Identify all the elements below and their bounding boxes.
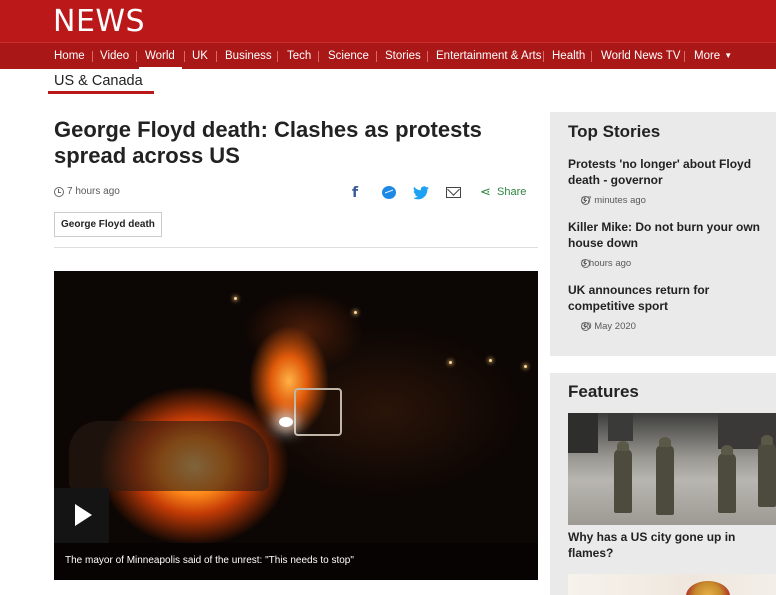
section-underline — [48, 91, 154, 94]
divider — [54, 247, 538, 248]
top-stories-title: Top Stories — [568, 122, 661, 141]
nav-separator — [92, 51, 93, 62]
features-title: Features — [568, 382, 639, 401]
nav-separator — [543, 51, 544, 62]
twitter-icon[interactable] — [412, 184, 430, 202]
nav-more-button[interactable]: More ▼ — [694, 43, 732, 69]
nav-item-video[interactable]: Video — [100, 43, 129, 69]
nav-item-stories[interactable]: Stories — [385, 43, 421, 69]
article-timestamp: 7 hours ago — [67, 186, 120, 197]
list-item[interactable]: Protests 'no longer' about Floyd death -… — [568, 156, 768, 207]
messenger-icon[interactable] — [380, 184, 398, 202]
nav-item-world[interactable]: World — [145, 43, 175, 69]
story-title[interactable]: UK announces return for competitive spor… — [568, 282, 768, 314]
nav-separator — [318, 51, 319, 62]
story-title[interactable]: Protests 'no longer' about Floyd death -… — [568, 156, 768, 188]
top-stories-panel: Top Stories Protests 'no longer' about F… — [550, 112, 776, 356]
clock-icon — [54, 187, 64, 197]
nav-separator — [277, 51, 278, 62]
primary-nav: Home Video World UK Business Tech Scienc… — [0, 42, 776, 70]
nav-separator — [136, 51, 137, 62]
nav-more-label: More — [694, 50, 721, 62]
story-timestamp: 30 May 2020 — [568, 321, 768, 333]
story-timestamp: 3 hours ago — [568, 258, 768, 270]
story-time-text: 37 minutes ago — [581, 195, 646, 206]
nav-separator — [184, 51, 185, 62]
play-button-icon[interactable] — [54, 488, 109, 543]
video-player[interactable]: The mayor of Minneapolis said of the unr… — [54, 271, 538, 580]
nav-item-tech[interactable]: Tech — [287, 43, 311, 69]
masthead: NEWS — [0, 0, 776, 42]
caret-down-icon: ▼ — [724, 51, 733, 60]
nav-item-business[interactable]: Business — [225, 43, 272, 69]
nav-item-science[interactable]: Science — [328, 43, 369, 69]
news-logo[interactable]: NEWS — [53, 4, 145, 39]
nav-separator — [591, 51, 592, 62]
nav-separator — [427, 51, 428, 62]
story-title[interactable]: Killer Mike: Do not burn your own house … — [568, 219, 768, 251]
feature-title[interactable]: Why has a US city gone up in flames? — [568, 529, 768, 561]
list-item[interactable]: UK announces return for competitive spor… — [568, 282, 768, 333]
facebook-icon[interactable]: f — [346, 184, 364, 202]
nav-item-world-news-tv[interactable]: World News TV — [601, 43, 680, 69]
video-still-image — [54, 271, 538, 543]
nav-item-entertainment-arts[interactable]: Entertainment & Arts — [436, 43, 541, 69]
nav-separator — [376, 51, 377, 62]
topic-tag[interactable]: George Floyd death — [54, 212, 162, 237]
list-item[interactable]: Killer Mike: Do not burn your own house … — [568, 219, 768, 270]
feature-image[interactable] — [568, 574, 776, 595]
share-icon: ⋖ — [480, 185, 491, 200]
share-label: Share — [497, 186, 527, 198]
nav-item-home[interactable]: Home — [54, 43, 85, 69]
nav-item-health[interactable]: Health — [552, 43, 585, 69]
article-headline: George Floyd death: Clashes as protests … — [54, 117, 482, 168]
email-icon[interactable] — [445, 184, 463, 202]
features-panel: Features Why has a US city gone up in fl… — [550, 373, 776, 595]
nav-separator — [684, 51, 685, 62]
story-time-text: 30 May 2020 — [581, 321, 636, 332]
story-timestamp: 37 minutes ago — [568, 195, 768, 207]
feature-image[interactable] — [568, 413, 776, 525]
nav-item-uk[interactable]: UK — [192, 43, 208, 69]
section-title[interactable]: US & Canada — [54, 73, 143, 89]
nav-separator — [216, 51, 217, 62]
nav-active-indicator — [139, 67, 182, 70]
story-time-text: 3 hours ago — [581, 258, 632, 269]
video-caption: The mayor of Minneapolis said of the unr… — [65, 555, 354, 566]
